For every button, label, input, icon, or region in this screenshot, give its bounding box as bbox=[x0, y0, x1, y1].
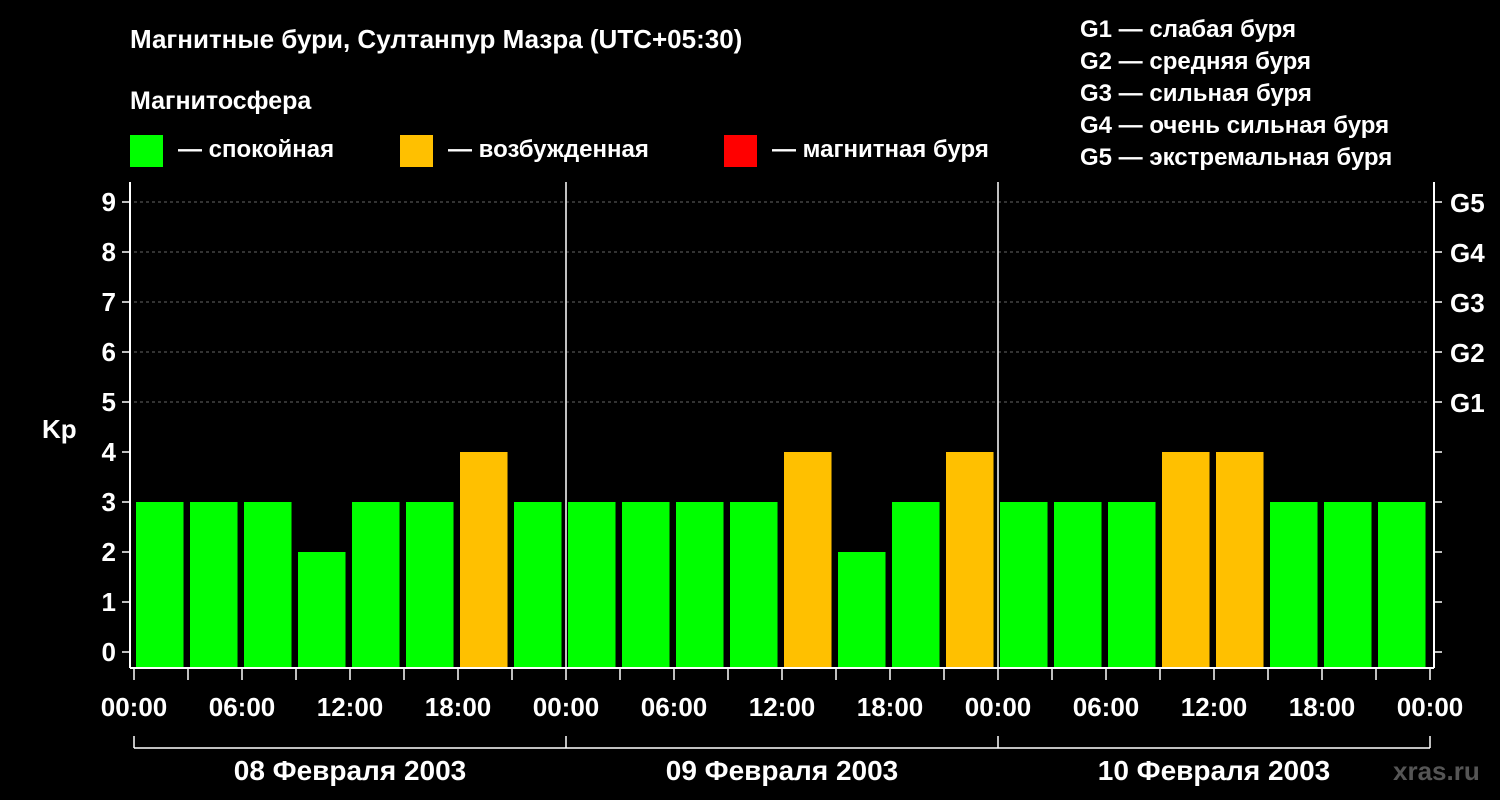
kp-bar bbox=[784, 452, 832, 668]
kp-bar bbox=[892, 502, 940, 668]
y-axis-label: Kp bbox=[42, 414, 77, 444]
g-legend-item: G3 — сильная буря bbox=[1080, 80, 1312, 107]
kp-bar bbox=[514, 502, 562, 668]
y-tick-label: 7 bbox=[102, 287, 116, 317]
kp-bar bbox=[838, 552, 886, 668]
y-tick-label: 5 bbox=[102, 387, 116, 417]
kp-bar bbox=[298, 552, 346, 668]
kp-chart: Магнитные бури, Султанпур Мазра (UTC+05:… bbox=[42, 16, 1485, 786]
g-legend-item: G2 — средняя буря bbox=[1080, 48, 1311, 75]
kp-bar bbox=[460, 452, 508, 668]
day-label: 08 Февраля 2003 bbox=[234, 755, 466, 786]
kp-bar bbox=[1108, 502, 1156, 668]
x-tick-label: 18:00 bbox=[857, 692, 924, 722]
x-tick-label: 18:00 bbox=[1289, 692, 1356, 722]
g-tick-label: G2 bbox=[1450, 338, 1485, 368]
g-tick-label: G4 bbox=[1450, 238, 1485, 268]
kp-bar bbox=[136, 502, 184, 668]
x-tick-label: 00:00 bbox=[533, 692, 600, 722]
g-legend-item: G5 — экстремальная буря bbox=[1080, 144, 1392, 171]
day-label: 09 Февраля 2003 bbox=[666, 755, 898, 786]
y-tick-label: 3 bbox=[102, 487, 116, 517]
kp-bar bbox=[622, 502, 670, 668]
legend-title: Магнитосфера bbox=[130, 87, 312, 115]
kp-bar bbox=[676, 502, 724, 668]
legend-label-quiet: — спокойная bbox=[178, 136, 334, 163]
kp-bar bbox=[1162, 452, 1210, 668]
x-tick-label: 06:00 bbox=[641, 692, 708, 722]
kp-bar bbox=[1054, 502, 1102, 668]
kp-bar bbox=[352, 502, 400, 668]
x-tick-label: 06:00 bbox=[209, 692, 276, 722]
kp-bar bbox=[406, 502, 454, 668]
kp-bar bbox=[244, 502, 292, 668]
y-tick-label: 4 bbox=[102, 437, 117, 467]
legend-swatch-storm bbox=[724, 135, 757, 167]
g-tick-label: G1 bbox=[1450, 388, 1485, 418]
kp-bar bbox=[190, 502, 238, 668]
y-tick-label: 8 bbox=[102, 237, 116, 267]
x-tick-label: 00:00 bbox=[965, 692, 1032, 722]
y-tick-label: 6 bbox=[102, 337, 116, 367]
g-tick-label: G3 bbox=[1450, 288, 1485, 318]
kp-bar bbox=[730, 502, 778, 668]
x-tick-label: 06:00 bbox=[1073, 692, 1140, 722]
x-tick-label: 12:00 bbox=[1181, 692, 1248, 722]
kp-bar bbox=[1378, 502, 1426, 668]
kp-bar bbox=[1324, 502, 1372, 668]
chart-title: Магнитные бури, Султанпур Мазра (UTC+05:… bbox=[130, 24, 742, 54]
plot-area: 0 1 2 3 4 5 6 7 8 9 G1 G2 G3 G4 G5 00:00 06:00 12:00 18:00… bbox=[101, 182, 1485, 786]
x-tick-label: 18:00 bbox=[425, 692, 492, 722]
x-tick-label: 00:00 bbox=[1397, 692, 1464, 722]
kp-bar bbox=[1000, 502, 1048, 668]
x-tick-label: 00:00 bbox=[101, 692, 168, 722]
g-scale-legend: G1 — слабая буря G2 — средняя буря G3 — … bbox=[1080, 16, 1392, 171]
legend-label-active: — возбужденная bbox=[448, 136, 649, 163]
kp-bar bbox=[1270, 502, 1318, 668]
y-tick-label: 0 bbox=[102, 637, 116, 667]
legend-label-storm: — магнитная буря bbox=[772, 136, 989, 163]
kp-bar bbox=[946, 452, 994, 668]
watermark: xras.ru bbox=[1393, 756, 1480, 786]
g-legend-item: G4 — очень сильная буря bbox=[1080, 112, 1389, 139]
day-label: 10 Февраля 2003 bbox=[1098, 755, 1330, 786]
x-tick-label: 12:00 bbox=[749, 692, 816, 722]
kp-bar bbox=[1216, 452, 1264, 668]
y-tick-label: 9 bbox=[102, 187, 116, 217]
g-tick-label: G5 bbox=[1450, 188, 1485, 218]
g-legend-item: G1 — слабая буря bbox=[1080, 16, 1296, 43]
legend-swatch-quiet bbox=[130, 135, 163, 167]
y-tick-label: 1 bbox=[102, 587, 116, 617]
y-tick-label: 2 bbox=[102, 537, 116, 567]
x-tick-label: 12:00 bbox=[317, 692, 384, 722]
legend-swatch-active bbox=[400, 135, 433, 167]
kp-bar bbox=[568, 502, 616, 668]
status-legend: — спокойная — возбужденная — магнитная б… bbox=[130, 135, 989, 167]
